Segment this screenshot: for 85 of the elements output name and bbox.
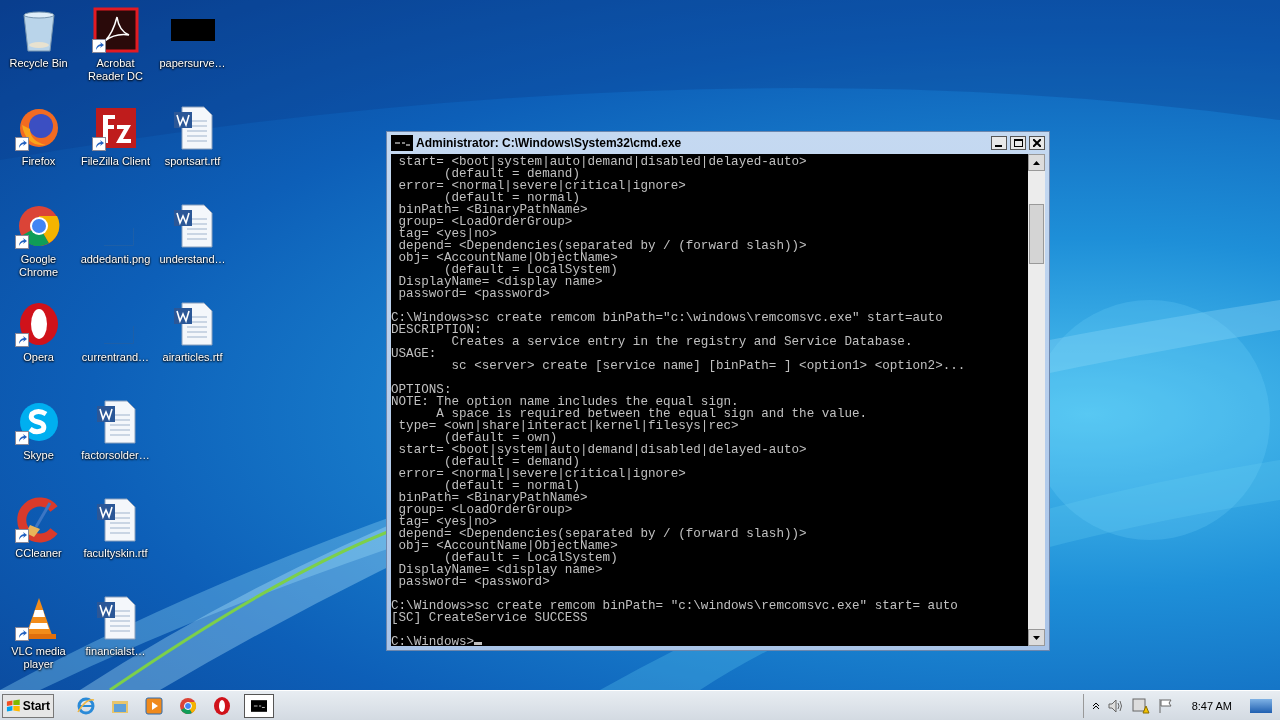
console-line: tag= <yes|no> bbox=[397, 227, 497, 241]
console-line: obj= <AccountName|ObjectName> bbox=[397, 539, 618, 553]
console-line: DESCRIPTION: bbox=[391, 323, 482, 337]
console-line: start= <boot|system|auto|demand|disabled|delayed-auto> bbox=[397, 443, 807, 457]
opera-icon bbox=[212, 695, 232, 716]
desktop-icon-label[interactable]: FileZilla Client bbox=[77, 155, 154, 168]
console-line: C:\Windows>sc create remcom binPath= "c:\windows\remcomsvc.exe" start= auto bbox=[391, 599, 958, 613]
console-line: Creates a service entry in the registry and Service Database. bbox=[450, 335, 913, 349]
desktop-icon-label[interactable]: addedanti.png bbox=[77, 253, 154, 266]
console-line: sc <server> create [service name] [binPath= ] <option1> <option2>... bbox=[450, 359, 966, 373]
console-line: (default = demand) bbox=[442, 167, 580, 181]
desktop-icon-label[interactable]: papersurve… bbox=[154, 57, 231, 70]
console-prompt: C:\Windows> bbox=[391, 635, 475, 646]
console-line: NOTE: The option name includes the equal sign. bbox=[391, 395, 739, 409]
desktop-icon-label[interactable]: Skype bbox=[0, 449, 77, 462]
console-line: (default = normal) bbox=[443, 191, 580, 205]
start-button[interactable]: Start bbox=[2, 693, 54, 718]
close-icon bbox=[1033, 139, 1041, 147]
media-player-icon bbox=[144, 695, 164, 716]
console-line: error= <normal|severe|critical|ignore> bbox=[397, 467, 686, 481]
scrollbar[interactable] bbox=[1028, 154, 1045, 646]
console-line: (default = own) bbox=[443, 431, 558, 445]
console-line: obj= <AccountName|ObjectName> bbox=[397, 251, 618, 265]
console-line: C:\Windows>sc create remcom binPath="c:\windows\remcomsvc.exe" start=auto bbox=[391, 311, 943, 325]
console-line: type= <own|share|interact|kernel|filesys|rec> bbox=[397, 419, 739, 433]
chrome-icon bbox=[178, 695, 198, 716]
desktop-icon-label[interactable]: financialst… bbox=[77, 645, 154, 658]
desktop-icon-label[interactable]: understand… bbox=[154, 253, 231, 266]
speaker-icon[interactable] bbox=[1107, 698, 1124, 713]
console-line: group= <LoadOrderGroup> bbox=[397, 503, 573, 517]
desktop-icon-label[interactable]: currentrand… bbox=[77, 351, 154, 364]
console-line: password= <password> bbox=[397, 575, 550, 589]
down-arrow-icon bbox=[1033, 635, 1040, 640]
image-thumbnail-icon bbox=[170, 19, 215, 41]
console-icon bbox=[251, 697, 267, 714]
desktop-icon-label[interactable]: facultyskin.rtf bbox=[77, 547, 154, 560]
console-line: OPTIONS: bbox=[391, 383, 452, 397]
internet-explorer-icon bbox=[76, 695, 96, 716]
console-line: password= <password> bbox=[397, 287, 550, 301]
clock[interactable]: 8:47 AM bbox=[1191, 699, 1232, 712]
scroll-thumb[interactable] bbox=[1029, 204, 1044, 264]
windows-logo-icon bbox=[6, 698, 21, 713]
up-arrow-icon bbox=[1033, 160, 1040, 165]
console-line: USAGE: bbox=[391, 347, 437, 361]
console-line: depend= <Dependencies(separated by / (forward slash))> bbox=[397, 527, 807, 541]
scroll-up-button[interactable] bbox=[1028, 154, 1045, 171]
desktop-icon-label[interactable]: CCleaner bbox=[0, 547, 77, 560]
desktop-icon-label[interactable]: Acrobat Reader DC bbox=[77, 57, 154, 83]
taskbar-task-button[interactable] bbox=[244, 693, 274, 718]
console-line: start= <boot|system|auto|demand|disabled|delayed-auto> bbox=[397, 155, 807, 169]
console-line: [SC] CreateService SUCCESS bbox=[391, 611, 588, 625]
desktop-icon-label[interactable]: factorsolder… bbox=[77, 449, 154, 462]
desktop-icon-label[interactable]: Opera bbox=[0, 351, 77, 364]
maximize-button[interactable] bbox=[1010, 136, 1026, 150]
console-line: (default = normal) bbox=[443, 479, 580, 493]
desktop-icon-label[interactable]: Google Chrome bbox=[0, 253, 77, 279]
desktop-icon-label[interactable]: Recycle Bin bbox=[0, 57, 77, 70]
close-button[interactable] bbox=[1029, 136, 1045, 150]
maximize-icon bbox=[1013, 139, 1023, 147]
window-title: Administrator: C:\Windows\System32\cmd.exe bbox=[416, 136, 683, 150]
console-line: group= <LoadOrderGroup> bbox=[397, 215, 573, 229]
desktop-icon-label[interactable]: sportsart.rtf bbox=[154, 155, 231, 168]
console-line: (default = LocalSystem) bbox=[443, 263, 618, 277]
chevron-up-icon[interactable] bbox=[1091, 701, 1100, 710]
network-warning-icon[interactable] bbox=[1131, 697, 1150, 714]
console-line: DisplayName= <display name> bbox=[397, 275, 603, 289]
console-line: error= <normal|severe|critical|ignore> bbox=[397, 179, 686, 193]
desktop-icon-label[interactable]: Firefox bbox=[0, 155, 77, 168]
console-icon bbox=[391, 135, 413, 151]
console-line: DisplayName= <display name> bbox=[397, 563, 603, 577]
desktop-icon-label[interactable]: airarticles.rtf bbox=[154, 351, 231, 364]
console-line: binPath= <BinaryPathName> bbox=[397, 203, 588, 217]
scroll-down-button[interactable] bbox=[1028, 629, 1045, 646]
desktop-icon-label[interactable]: VLC media player bbox=[0, 645, 77, 671]
console-line: A space is required between the equal sign and the value. bbox=[436, 407, 868, 421]
flag-icon[interactable] bbox=[1157, 697, 1174, 714]
console-line: depend= <Dependencies(separated by / (forward slash))> bbox=[397, 239, 807, 253]
console-line: (default = demand) bbox=[442, 455, 580, 469]
console-line: tag= <yes|no> bbox=[397, 515, 497, 529]
minimize-button[interactable] bbox=[991, 136, 1007, 150]
acrobat-icon bbox=[92, 7, 139, 53]
show-desktop-button[interactable] bbox=[1250, 698, 1272, 713]
console-line: (default = LocalSystem) bbox=[443, 551, 618, 565]
text-cursor-icon bbox=[474, 642, 483, 645]
console-line: binPath= <BinaryPathName> bbox=[397, 491, 588, 505]
